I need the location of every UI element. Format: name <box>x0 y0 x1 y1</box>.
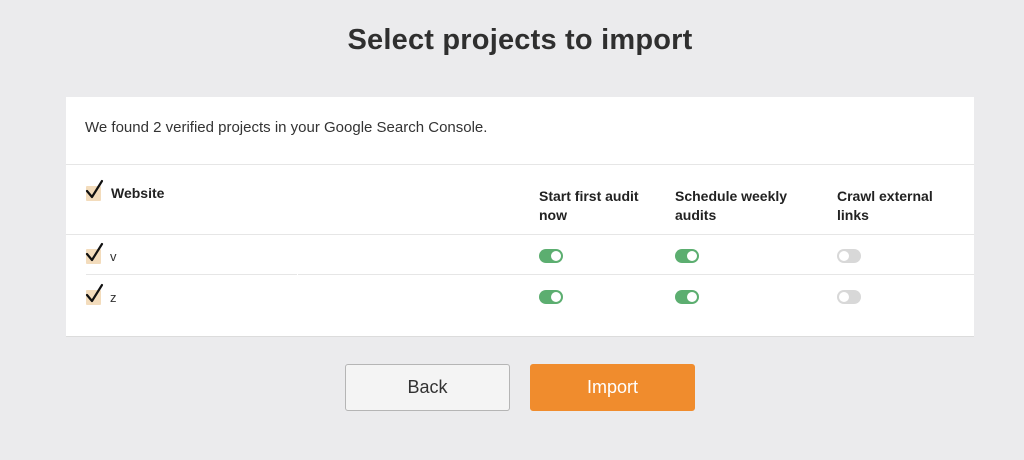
checkmark-icon <box>85 179 104 199</box>
divider <box>66 234 974 235</box>
schedule-weekly-toggle[interactable] <box>675 249 699 263</box>
import-button[interactable]: Import <box>530 364 695 411</box>
website-name: z <box>110 290 117 305</box>
intro-text: We found 2 verified projects in your Goo… <box>85 119 488 136</box>
column-header-crawl-external: Crawl external links <box>837 188 933 223</box>
toggle-knob <box>687 292 697 302</box>
divider <box>66 164 974 165</box>
start-audit-toggle[interactable] <box>539 249 563 263</box>
website-name: v <box>110 249 117 264</box>
divider <box>298 274 974 275</box>
toggle-knob <box>839 292 849 302</box>
select-all-checkbox[interactable] <box>85 179 104 201</box>
start-audit-toggle[interactable] <box>539 290 563 304</box>
toggle-knob <box>687 251 697 261</box>
divider <box>86 274 297 275</box>
crawl-external-toggle[interactable] <box>837 249 861 263</box>
column-header-schedule-weekly: Schedule weekly audits <box>675 188 788 223</box>
crawl-external-toggle[interactable] <box>837 290 861 304</box>
row-checkbox[interactable] <box>85 283 104 305</box>
column-header-start-audit: Start first audit now <box>539 188 639 223</box>
row-checkbox[interactable] <box>85 242 104 264</box>
checkmark-icon <box>85 242 104 262</box>
page-title: Select projects to import <box>347 24 693 56</box>
schedule-weekly-toggle[interactable] <box>675 290 699 304</box>
toggle-knob <box>551 251 561 261</box>
checkmark-icon <box>85 283 104 303</box>
column-header-website: Website <box>111 185 165 201</box>
toggle-knob <box>551 292 561 302</box>
toggle-knob <box>839 251 849 261</box>
projects-card: We found 2 verified projects in your Goo… <box>66 97 974 337</box>
back-button[interactable]: Back <box>345 364 510 411</box>
